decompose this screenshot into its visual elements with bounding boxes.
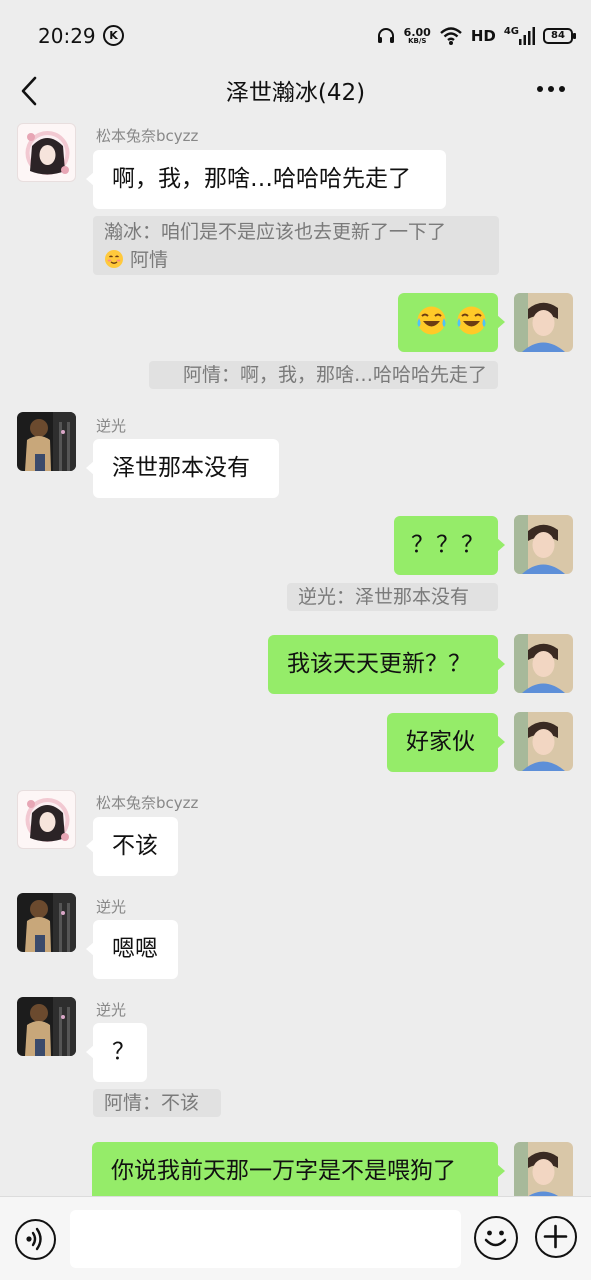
emoji-message-bubble[interactable] (398, 293, 505, 352)
quoted-reply[interactable]: 逆光：泽世那本没有 (287, 583, 498, 611)
sender-name: 松本兔奈bcyzz (96, 794, 199, 812)
plus-icon (543, 1224, 568, 1249)
input-bar (0, 1196, 591, 1280)
network-type: 4G (503, 25, 519, 37)
message-bubble[interactable]: 啊，我，那啥…哈哈哈先走了 (86, 150, 446, 209)
my-avatar[interactable] (514, 1142, 573, 1201)
my-avatar[interactable] (514, 515, 573, 574)
voice-icon (26, 1227, 42, 1251)
message-bubble[interactable]: 好家伙 (387, 713, 505, 772)
sender-name: 逆光 (96, 417, 127, 435)
wifi-icon (440, 27, 462, 45)
tears-of-joy-emoji-icon (417, 306, 446, 335)
tears-of-joy-emoji-icon (457, 306, 486, 335)
avatar[interactable] (17, 123, 76, 182)
battery-icon: 84 (543, 28, 576, 44)
status-bar: 20:29 K 6.00 KB/S HD 4G 84 (0, 0, 591, 70)
plus-button[interactable] (535, 1216, 577, 1258)
sender-name: 逆光 (96, 1001, 127, 1019)
k-app-icon: K (103, 25, 124, 46)
message-bubble[interactable]: ？ (86, 1023, 147, 1082)
avatar[interactable] (17, 790, 76, 849)
headphones-icon (377, 28, 394, 43)
avatar[interactable] (17, 412, 76, 471)
emoji-icon (484, 1230, 507, 1247)
quoted-reply[interactable]: 瀚冰：咱们是不是应该也去更新了一下了 阿情 (93, 216, 499, 275)
message-bubble[interactable]: 不该 (86, 817, 178, 876)
message-bubble[interactable]: 嗯嗯 (86, 920, 178, 979)
quoted-reply-sender: 阿情 (130, 249, 169, 271)
avatar[interactable] (17, 997, 76, 1056)
message-bubble[interactable]: 我该天天更新？？ (268, 635, 505, 694)
my-avatar[interactable] (514, 293, 573, 352)
status-time: 20:29 (38, 24, 96, 48)
quoted-reply[interactable]: 阿情：不该 (93, 1089, 221, 1117)
network-speed: 6.00 KB/S (404, 27, 431, 45)
chat-title: 泽世瀚冰(42) (225, 80, 366, 106)
message-bubble[interactable]: ？？？ (394, 516, 505, 575)
avatar[interactable] (17, 893, 76, 952)
smile-emoji-icon (105, 250, 123, 268)
status-icons: 6.00 KB/S HD 4G 84 (376, 22, 576, 50)
sender-name: 松本兔奈bcyzz (96, 127, 199, 145)
voice-button[interactable] (15, 1219, 56, 1260)
emoji-button[interactable] (474, 1216, 518, 1260)
sender-name: 逆光 (96, 898, 127, 916)
signal-icon (519, 27, 535, 45)
my-avatar[interactable] (514, 634, 573, 693)
my-avatar[interactable] (514, 712, 573, 771)
message-bubble[interactable]: 泽世那本没有 (86, 439, 279, 498)
quoted-reply-text: 瀚冰：咱们是不是应该也去更新了一下了 (104, 221, 447, 243)
more-dots-icon[interactable] (531, 74, 571, 104)
chat-header: 泽世瀚冰(42) (0, 70, 591, 124)
hd-indicator: HD (470, 27, 496, 45)
quoted-reply[interactable]: 阿情：啊，我，那啥…哈哈哈先走了 (149, 361, 498, 389)
message-input[interactable] (70, 1210, 461, 1268)
network-speed-unit: KB/S (408, 37, 427, 45)
